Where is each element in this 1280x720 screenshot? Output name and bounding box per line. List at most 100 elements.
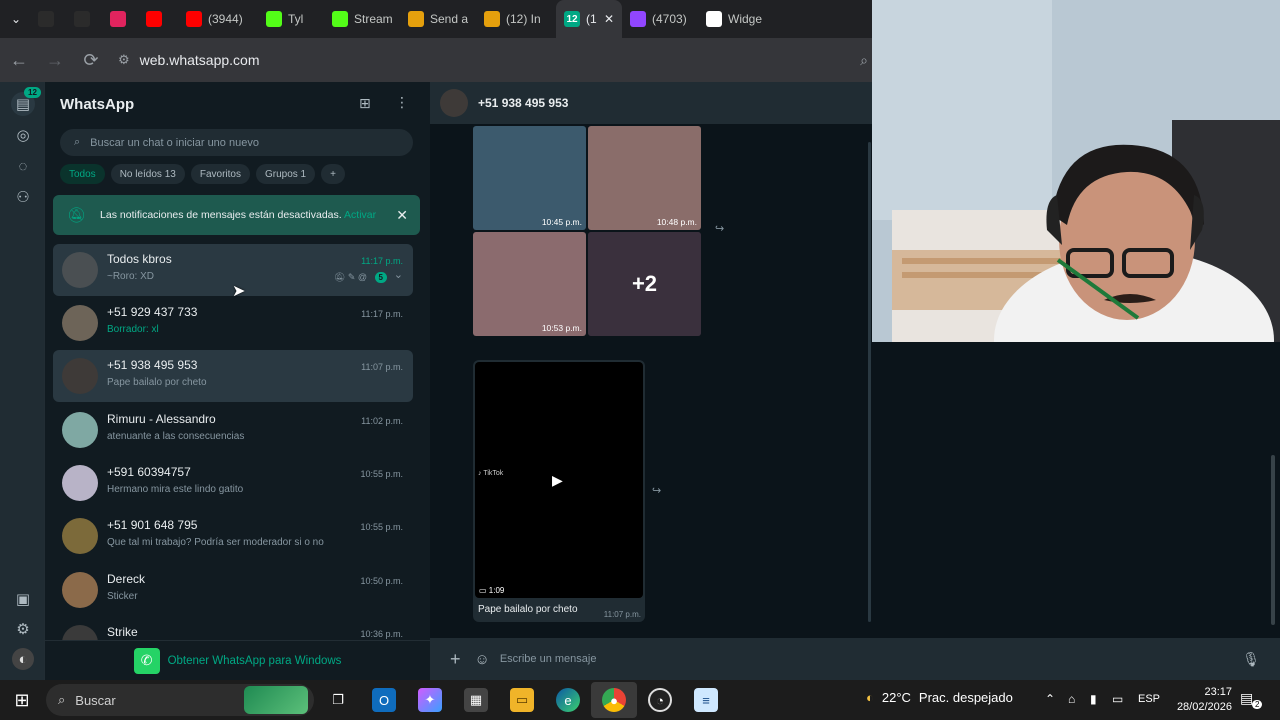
notification-count: 2 bbox=[1252, 700, 1263, 709]
search-input[interactable]: ⌕ Buscar un chat o iniciar uno nuevo bbox=[60, 129, 413, 156]
store-icon[interactable]: ▦ bbox=[464, 688, 488, 712]
zoom-icon[interactable]: ⌕ bbox=[860, 52, 868, 69]
video-caption: Pape bailalo por cheto bbox=[478, 604, 578, 615]
tray-chevron-icon[interactable]: ⌃ bbox=[1045, 692, 1055, 706]
weather-widget[interactable]: ◐ 22°C Prac. despejado bbox=[866, 690, 1013, 705]
chat-row[interactable]: +591 60394757 Hermano mira este lindo gat… bbox=[53, 457, 413, 509]
scrollbar[interactable] bbox=[868, 142, 871, 622]
tab-search-button[interactable]: ⌄ bbox=[2, 2, 30, 36]
video-thumbnail[interactable]: ♪ TikTok ▶ ▭ 1:09 bbox=[475, 362, 643, 598]
url-field[interactable]: ⚙ web.whatsapp.com bbox=[118, 52, 260, 68]
filter-chip[interactable]: Todos bbox=[60, 164, 105, 184]
channels-icon[interactable]: ◌ bbox=[12, 155, 34, 177]
forward-icon[interactable]: ↪ bbox=[715, 222, 724, 235]
message-input[interactable]: Escribe un mensaje bbox=[500, 653, 597, 665]
chat-time: 11:17 p.m. bbox=[361, 309, 403, 319]
filter-chip[interactable]: Grupos 1 bbox=[255, 164, 316, 184]
network-icon[interactable]: ▭ bbox=[1112, 692, 1123, 706]
chat-preview: Borrador: xl bbox=[107, 324, 159, 335]
status-icon[interactable]: ◎ bbox=[12, 124, 34, 146]
browser-tab[interactable] bbox=[66, 0, 102, 38]
media-thumbnail[interactable]: +2 bbox=[588, 232, 701, 336]
reload-button[interactable]: ⟳ bbox=[74, 43, 108, 77]
task-view-icon[interactable]: ❐ bbox=[326, 688, 350, 712]
bell-off-icon: 🔕︎ bbox=[67, 207, 87, 224]
forward-icon[interactable]: ↪ bbox=[652, 484, 661, 497]
webcam-image bbox=[872, 0, 1280, 342]
contact-avatar[interactable] bbox=[440, 89, 468, 117]
get-whatsapp-windows[interactable]: ✆ Obtener WhatsApp para Windows bbox=[45, 640, 430, 680]
new-chat-icon[interactable]: ⊞ bbox=[359, 95, 371, 112]
microphone-icon[interactable]: ▮ bbox=[1090, 692, 1097, 706]
taskbar: ⊞ ⌕ Buscar ❐ O ✦ ▦ ▭ e ● ◔ ≡ ◐ 22°C Prac… bbox=[0, 680, 1280, 720]
browser-tab[interactable] bbox=[30, 0, 66, 38]
media-thumbnail[interactable]: 10:45 p.m. bbox=[473, 126, 586, 230]
activate-link[interactable]: Activar bbox=[344, 209, 376, 221]
chat-row[interactable]: +51 938 495 953 Pape bailalo por cheto 11:… bbox=[53, 350, 413, 402]
chat-name: Todos kbros bbox=[107, 252, 172, 266]
language-indicator[interactable]: ESP bbox=[1138, 693, 1160, 705]
app-title: WhatsApp bbox=[60, 96, 135, 113]
chat-row[interactable]: Dereck Sticker 10:50 p.m. bbox=[53, 564, 413, 616]
media-album[interactable]: 10:45 p.m. 10:48 p.m. 10:53 p.m. +2 bbox=[473, 126, 707, 351]
filter-chip[interactable]: + bbox=[321, 164, 345, 184]
close-tab-icon[interactable]: ✕ bbox=[604, 12, 614, 26]
outlook-icon[interactable]: O bbox=[372, 688, 396, 712]
media-thumbnail[interactable]: 10:48 p.m. bbox=[588, 126, 701, 230]
emoji-icon[interactable]: ☺ bbox=[475, 651, 490, 668]
chat-row[interactable]: +51 929 437 733 Borrador: xl 11:17 p.m. bbox=[53, 297, 413, 349]
browser-tab[interactable]: 12 (1 ✕ bbox=[556, 0, 622, 38]
edge-icon[interactable]: e bbox=[556, 688, 580, 712]
chevron-down-icon[interactable]: ⌄ bbox=[394, 268, 403, 281]
browser-tab[interactable]: (12) In bbox=[476, 0, 556, 38]
browser-tab[interactable] bbox=[138, 0, 178, 38]
search-highlight-image bbox=[244, 686, 308, 714]
notifications-banner: 🔕︎ Las notificaciones de mensajes están … bbox=[53, 195, 420, 235]
browser-tab[interactable]: Stream bbox=[324, 0, 400, 38]
tray-app-icon[interactable]: ⌂ bbox=[1068, 692, 1075, 706]
chat-row[interactable]: Rimuru - Alessandro atenuante a las conse… bbox=[53, 404, 413, 456]
menu-icon[interactable]: ⋮ bbox=[395, 94, 409, 111]
clock[interactable]: 23:17 28/02/2026 bbox=[1170, 685, 1232, 715]
copilot-icon[interactable]: ✦ bbox=[418, 688, 442, 712]
taskbar-search-label: Buscar bbox=[75, 692, 116, 708]
browser-tab[interactable]: (4703) bbox=[622, 0, 698, 38]
search-placeholder: Buscar un chat o iniciar uno nuevo bbox=[90, 136, 259, 149]
browser-tab[interactable] bbox=[102, 0, 138, 38]
file-explorer-icon[interactable]: ▭ bbox=[510, 688, 534, 712]
close-icon[interactable]: ✕ bbox=[396, 207, 408, 224]
communities-icon[interactable]: ⚇ bbox=[12, 186, 34, 208]
browser-tab-label: (1 bbox=[586, 12, 597, 26]
chat-row[interactable]: +51 901 648 795 Que tal mi trabajo? Podrí… bbox=[53, 510, 413, 562]
filter-chip[interactable]: Favoritos bbox=[190, 164, 250, 184]
media-icon[interactable]: ▣ bbox=[12, 588, 34, 610]
site-settings-icon[interactable]: ⚙ bbox=[118, 52, 130, 68]
media-thumbnail[interactable]: 10:53 p.m. bbox=[473, 232, 586, 336]
forward-button[interactable]: → bbox=[38, 43, 72, 77]
filter-chip[interactable]: No leídos 13 bbox=[110, 164, 185, 184]
address-bar: ← → ⟳ ⚙ web.whatsapp.com ⌕ bbox=[0, 38, 872, 82]
chat-row[interactable]: Strike 10:36 p.m. bbox=[53, 617, 413, 641]
conversation-scrollbar[interactable] bbox=[1271, 455, 1275, 625]
notepad-icon[interactable]: ≡ bbox=[694, 688, 718, 712]
obs-icon[interactable]: ◔ bbox=[648, 688, 672, 712]
taskbar-search[interactable]: ⌕ Buscar bbox=[46, 684, 314, 716]
back-button[interactable]: ← bbox=[2, 43, 36, 77]
profile-avatar[interactable]: ◐ bbox=[12, 648, 34, 670]
windows-start-icon[interactable]: ⊞ bbox=[10, 688, 34, 712]
browser-tab-label: Send a bbox=[430, 12, 469, 26]
browser-tab[interactable]: (3944) bbox=[178, 0, 258, 38]
media-time: 10:53 p.m. bbox=[541, 323, 582, 333]
chrome-icon[interactable]: ● bbox=[602, 688, 626, 712]
chat-preview: atenuante a las consecuencias bbox=[107, 431, 245, 442]
play-icon[interactable]: ▶ bbox=[552, 472, 563, 489]
video-message[interactable]: ♪ TikTok ▶ ▭ 1:09 Pape bailalo por cheto… bbox=[473, 360, 645, 622]
browser-tab[interactable]: Widge bbox=[698, 0, 774, 38]
settings-icon[interactable]: ⚙ bbox=[12, 618, 34, 640]
browser-tab[interactable]: Send a bbox=[400, 0, 476, 38]
attach-icon[interactable]: + bbox=[450, 649, 461, 670]
chat-time: 11:02 p.m. bbox=[361, 416, 403, 426]
browser-tab[interactable]: Tyl bbox=[258, 0, 324, 38]
conversation-header[interactable]: +51 938 495 953 bbox=[430, 82, 872, 124]
microphone-icon[interactable]: 🎙︎ bbox=[1242, 651, 1260, 668]
